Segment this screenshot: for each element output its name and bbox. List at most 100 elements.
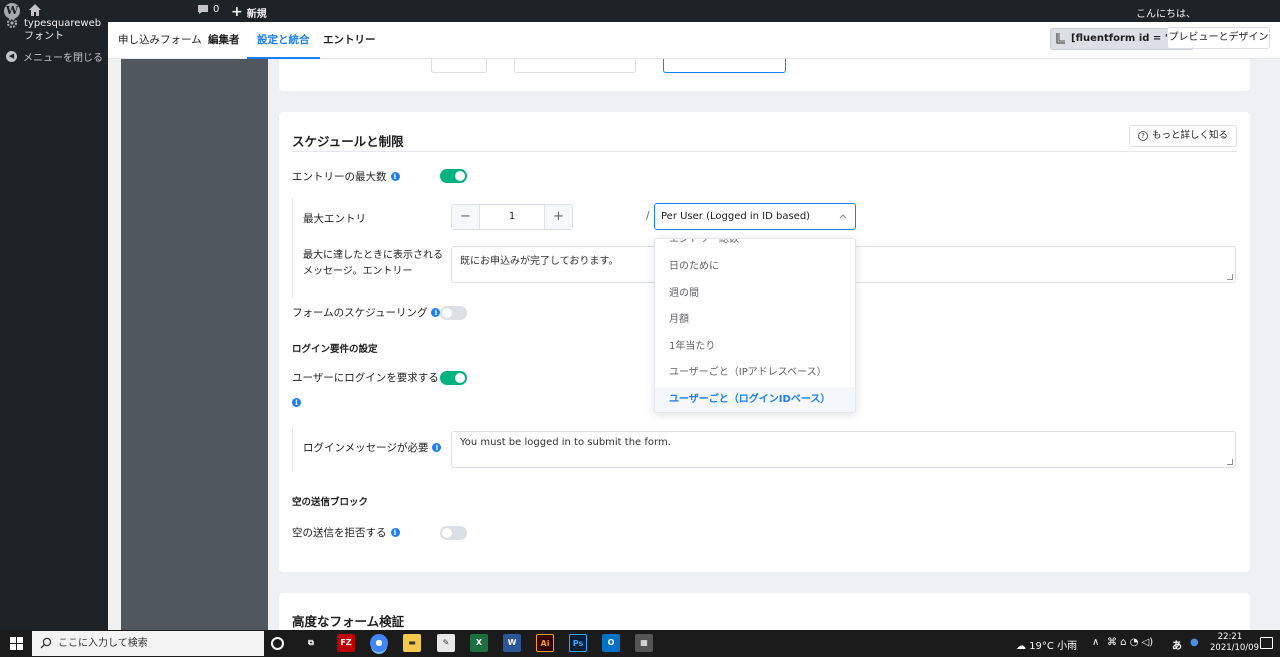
comment-icon [198,5,208,14]
task-view-icon[interactable]: ⧉ [302,634,320,652]
dropdown-option[interactable]: 週の間 [655,281,855,307]
toggle-knob [455,373,465,383]
photoshop-icon[interactable]: Ps [569,634,587,652]
dropdown-option-selected[interactable]: ユーザーごと（ログインIDベース） [655,387,855,412]
limit-message-label: 最大に達したときに表示される メッセージ。エントリー [303,248,443,280]
require-login-info: i [288,396,301,409]
cutoff-input [431,59,487,73]
collapse-menu-button[interactable]: ◀ メニューを閉じる [6,49,103,64]
preview-design-button[interactable]: プレビューとデザイン [1167,27,1270,49]
limit-message-label-line1: 最大に達したときに表示される [303,250,443,261]
info-icon[interactable]: i [390,172,400,181]
cloud-rain-icon: ☁ [1016,641,1026,652]
dropdown-option[interactable]: エントリー総数 [655,239,855,253]
filezilla-icon[interactable]: FZ [337,634,355,652]
info-icon[interactable]: i [432,443,442,452]
login-section-title: ログイン要件の設定 [292,344,378,355]
word-icon[interactable]: W [503,634,521,652]
sidebar-item-site[interactable]: typesquarewebフォント [6,17,106,43]
clipboard-icon [1056,33,1065,44]
dropdown-option[interactable]: 月額 [655,307,855,333]
app-tray-icon[interactable]: ● [1190,637,1199,648]
calculator-icon[interactable]: ▦ [635,634,653,652]
form-top-nav: 申し込みフォーム 編集者 設定と統合 エントリー [fluentform id … [108,22,1280,59]
admin-bar: W 0 + 新規 こんにちは、 [0,0,1280,22]
file-explorer-icon[interactable]: ▬ [403,634,421,652]
decrement-button[interactable]: − [452,205,480,229]
max-entries-row: エントリーの最大数 i [292,169,400,184]
cutoff-input [663,59,786,73]
divider [292,151,1237,152]
reject-empty-toggle[interactable] [440,526,467,540]
limit-period-value: Per User (Logged in ID based) [661,211,811,222]
cutoff-input [514,59,636,73]
learn-more-label: もっと詳しく知る [1151,130,1228,141]
form-scheduling-row: フォームのスケジューリング i [292,305,441,320]
login-message-row: ログインメッセージが必要 i [303,440,442,455]
notepad-icon[interactable]: ✎ [437,634,455,652]
admin-sidebar: typesquarewebフォント ◀ メニューを閉じる [0,17,108,630]
login-message-value: You must be logged in to submit the form… [460,437,671,448]
ime-indicator[interactable]: あ [1172,637,1182,652]
section-title: 高度なフォーム検証 [292,614,405,629]
home-icon[interactable] [28,3,42,17]
excel-icon[interactable]: X [470,634,488,652]
tab-entries[interactable]: エントリー [323,22,376,59]
gear-icon [6,17,18,29]
new-label: 新規 [246,8,267,20]
form-scheduling-label: フォームのスケジューリング [292,307,428,319]
windows-start-icon[interactable] [10,637,23,650]
empty-block-title: 空の送信ブロック [292,497,369,508]
info-icon[interactable]: i [292,398,301,407]
separator-slash: / [646,210,650,222]
new-content-menu[interactable]: + 新規 [231,4,267,20]
require-login-toggle[interactable] [440,371,467,385]
comments-menu[interactable]: 0 [197,4,219,15]
max-entry-value[interactable]: 1 [480,205,544,229]
previous-settings-card [279,59,1250,91]
login-message-textarea[interactable]: You must be logged in to submit the form… [451,431,1236,468]
clock-time: 22:21 [1217,632,1243,642]
tab-forms[interactable]: 申し込みフォーム [118,22,202,59]
increment-button[interactable]: + [544,205,572,229]
greeting[interactable]: こんにちは、 [1136,5,1196,20]
resize-handle-icon[interactable] [1227,274,1233,280]
resize-handle-icon[interactable] [1227,459,1233,465]
taskbar-clock[interactable]: 22:21 2021/10/09 [1210,632,1259,654]
reject-empty-row: 空の送信を拒否する i [292,525,400,540]
section-title: スケジュールと制限 [292,134,404,149]
windows-taskbar: ここに入力して検索 ⧉ FZ ● ▬ ✎ X W Ai Ps O ▦ ☁ 19°… [0,630,1280,657]
help-icon: ? [1137,131,1148,141]
max-entries-toggle[interactable] [440,169,467,183]
weather-widget[interactable]: ☁ 19°C 小雨 [1016,637,1077,652]
notification-center-icon[interactable] [1260,637,1273,649]
chrome-icon[interactable]: ● [370,634,388,652]
tray-chevron-up-icon[interactable]: ∧ [1092,637,1099,648]
dropdown-option[interactable]: 日のために [655,254,855,280]
dropdown-option[interactable]: ユーザーごと（IPアドレスベース） [655,360,855,386]
site-name: typesquarewebフォント [24,18,102,42]
illustrator-icon[interactable]: Ai [536,634,554,652]
collapse-label: メニューを閉じる [23,53,103,64]
learn-more-button[interactable]: ? もっと詳しく知る [1128,125,1237,147]
clock-date: 2021/10/09 [1210,643,1259,653]
tab-settings[interactable]: 設定と統合 [247,22,320,59]
limit-period-select[interactable]: Per User (Logged in ID based) [654,203,856,230]
reject-empty-label: 空の送信を拒否する [292,527,387,539]
tab-editor[interactable]: 編集者 [208,22,240,59]
outlook-icon[interactable]: O [602,634,620,652]
max-entry-stepper: − 1 + [451,204,573,230]
form-scheduling-toggle[interactable] [440,306,467,320]
info-icon[interactable]: i [390,528,400,537]
weather-text: 19°C 小雨 [1029,641,1078,652]
taskbar-search-box[interactable]: ここに入力して検索 [32,631,264,656]
dropdown-option[interactable]: 1年当たり [655,334,855,360]
toggle-knob [455,171,465,181]
login-message-label: ログインメッセージが必要 [303,442,429,454]
max-entries-label: エントリーの最大数 [292,171,387,183]
limit-message-value: 既にお申込みが完了しております。 [460,256,619,267]
max-entry-label: 最大エントリ [303,213,366,225]
tray-system-icons[interactable]: ⌘ ⌂ ◔ ◁) [1107,637,1153,648]
cortana-icon[interactable] [271,637,284,650]
chevron-up-icon [839,214,847,219]
